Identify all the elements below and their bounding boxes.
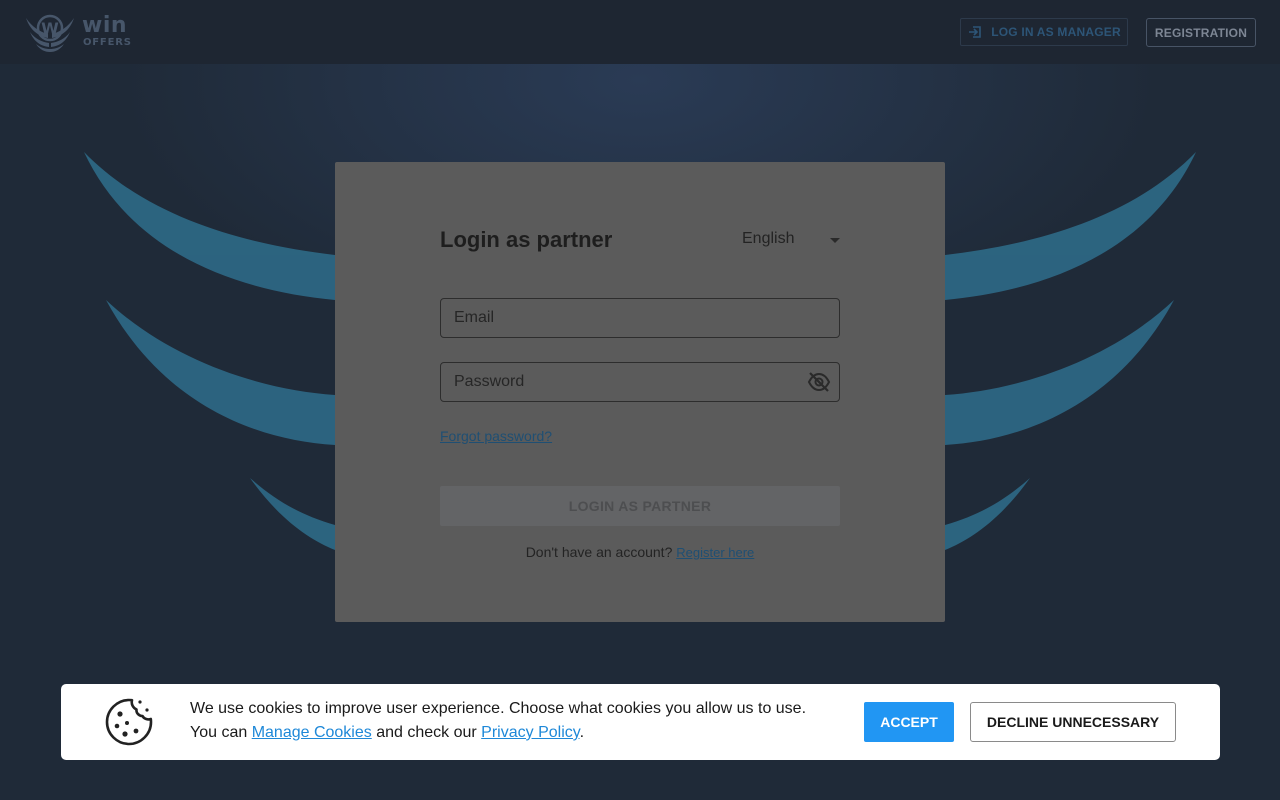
login-icon <box>969 26 981 38</box>
cookie-line-1: We use cookies to improve user experienc… <box>190 700 807 717</box>
logo-subtext: OFFERS <box>83 37 132 48</box>
login-as-partner-button[interactable]: LOGIN AS PARTNER <box>440 486 840 526</box>
logo-emblem-icon: W <box>26 14 74 52</box>
login-as-partner-label: LOGIN AS PARTNER <box>568 498 712 514</box>
login-as-manager-label: LOG IN AS MANAGER <box>991 25 1121 39</box>
cookie-message: We use cookies to improve user experienc… <box>190 697 850 745</box>
register-link[interactable]: Register here <box>676 545 754 560</box>
accept-label: ACCEPT <box>880 714 938 730</box>
logo[interactable]: W win OFFERS <box>24 12 144 54</box>
svg-text:W: W <box>41 19 59 38</box>
eye-off-icon[interactable] <box>807 372 831 392</box>
cookie-line-2: You can Manage Cookies and check our Pri… <box>190 721 850 745</box>
logo-text: win <box>82 13 128 38</box>
decline-label: DECLINE UNNECESSARY <box>986 714 1160 730</box>
email-input[interactable] <box>440 298 840 338</box>
accept-cookies-button[interactable]: ACCEPT <box>864 702 954 742</box>
language-value: English <box>742 230 795 247</box>
top-header: W win OFFERS LOG IN AS MANAGER REGISTRAT… <box>0 0 1280 64</box>
cookie-icon <box>105 698 153 746</box>
no-account-text: Don't have an account? <box>525 544 673 560</box>
login-as-manager-button[interactable]: LOG IN AS MANAGER <box>960 18 1128 46</box>
forgot-password-link[interactable]: Forgot password? <box>440 428 552 444</box>
chevron-down-icon <box>830 238 840 243</box>
cookie-banner: We use cookies to improve user experienc… <box>61 684 1220 760</box>
decline-unnecessary-button[interactable]: DECLINE UNNECESSARY <box>970 702 1176 742</box>
language-select[interactable]: English <box>742 230 840 254</box>
registration-button[interactable]: REGISTRATION <box>1146 18 1256 47</box>
cookie-you-can: You can <box>190 724 252 741</box>
password-input[interactable] <box>440 362 840 402</box>
login-card: Login as partner English Forgot password… <box>335 162 945 622</box>
page-title: Login as partner <box>440 227 613 252</box>
cookie-period: . <box>579 724 585 741</box>
cookie-and-check: and check our <box>371 724 482 741</box>
registration-label: REGISTRATION <box>1154 25 1248 40</box>
manage-cookies-link[interactable]: Manage Cookies <box>252 724 372 741</box>
register-prompt: Don't have an account? Register here <box>440 544 840 560</box>
privacy-policy-link[interactable]: Privacy Policy <box>481 724 579 741</box>
